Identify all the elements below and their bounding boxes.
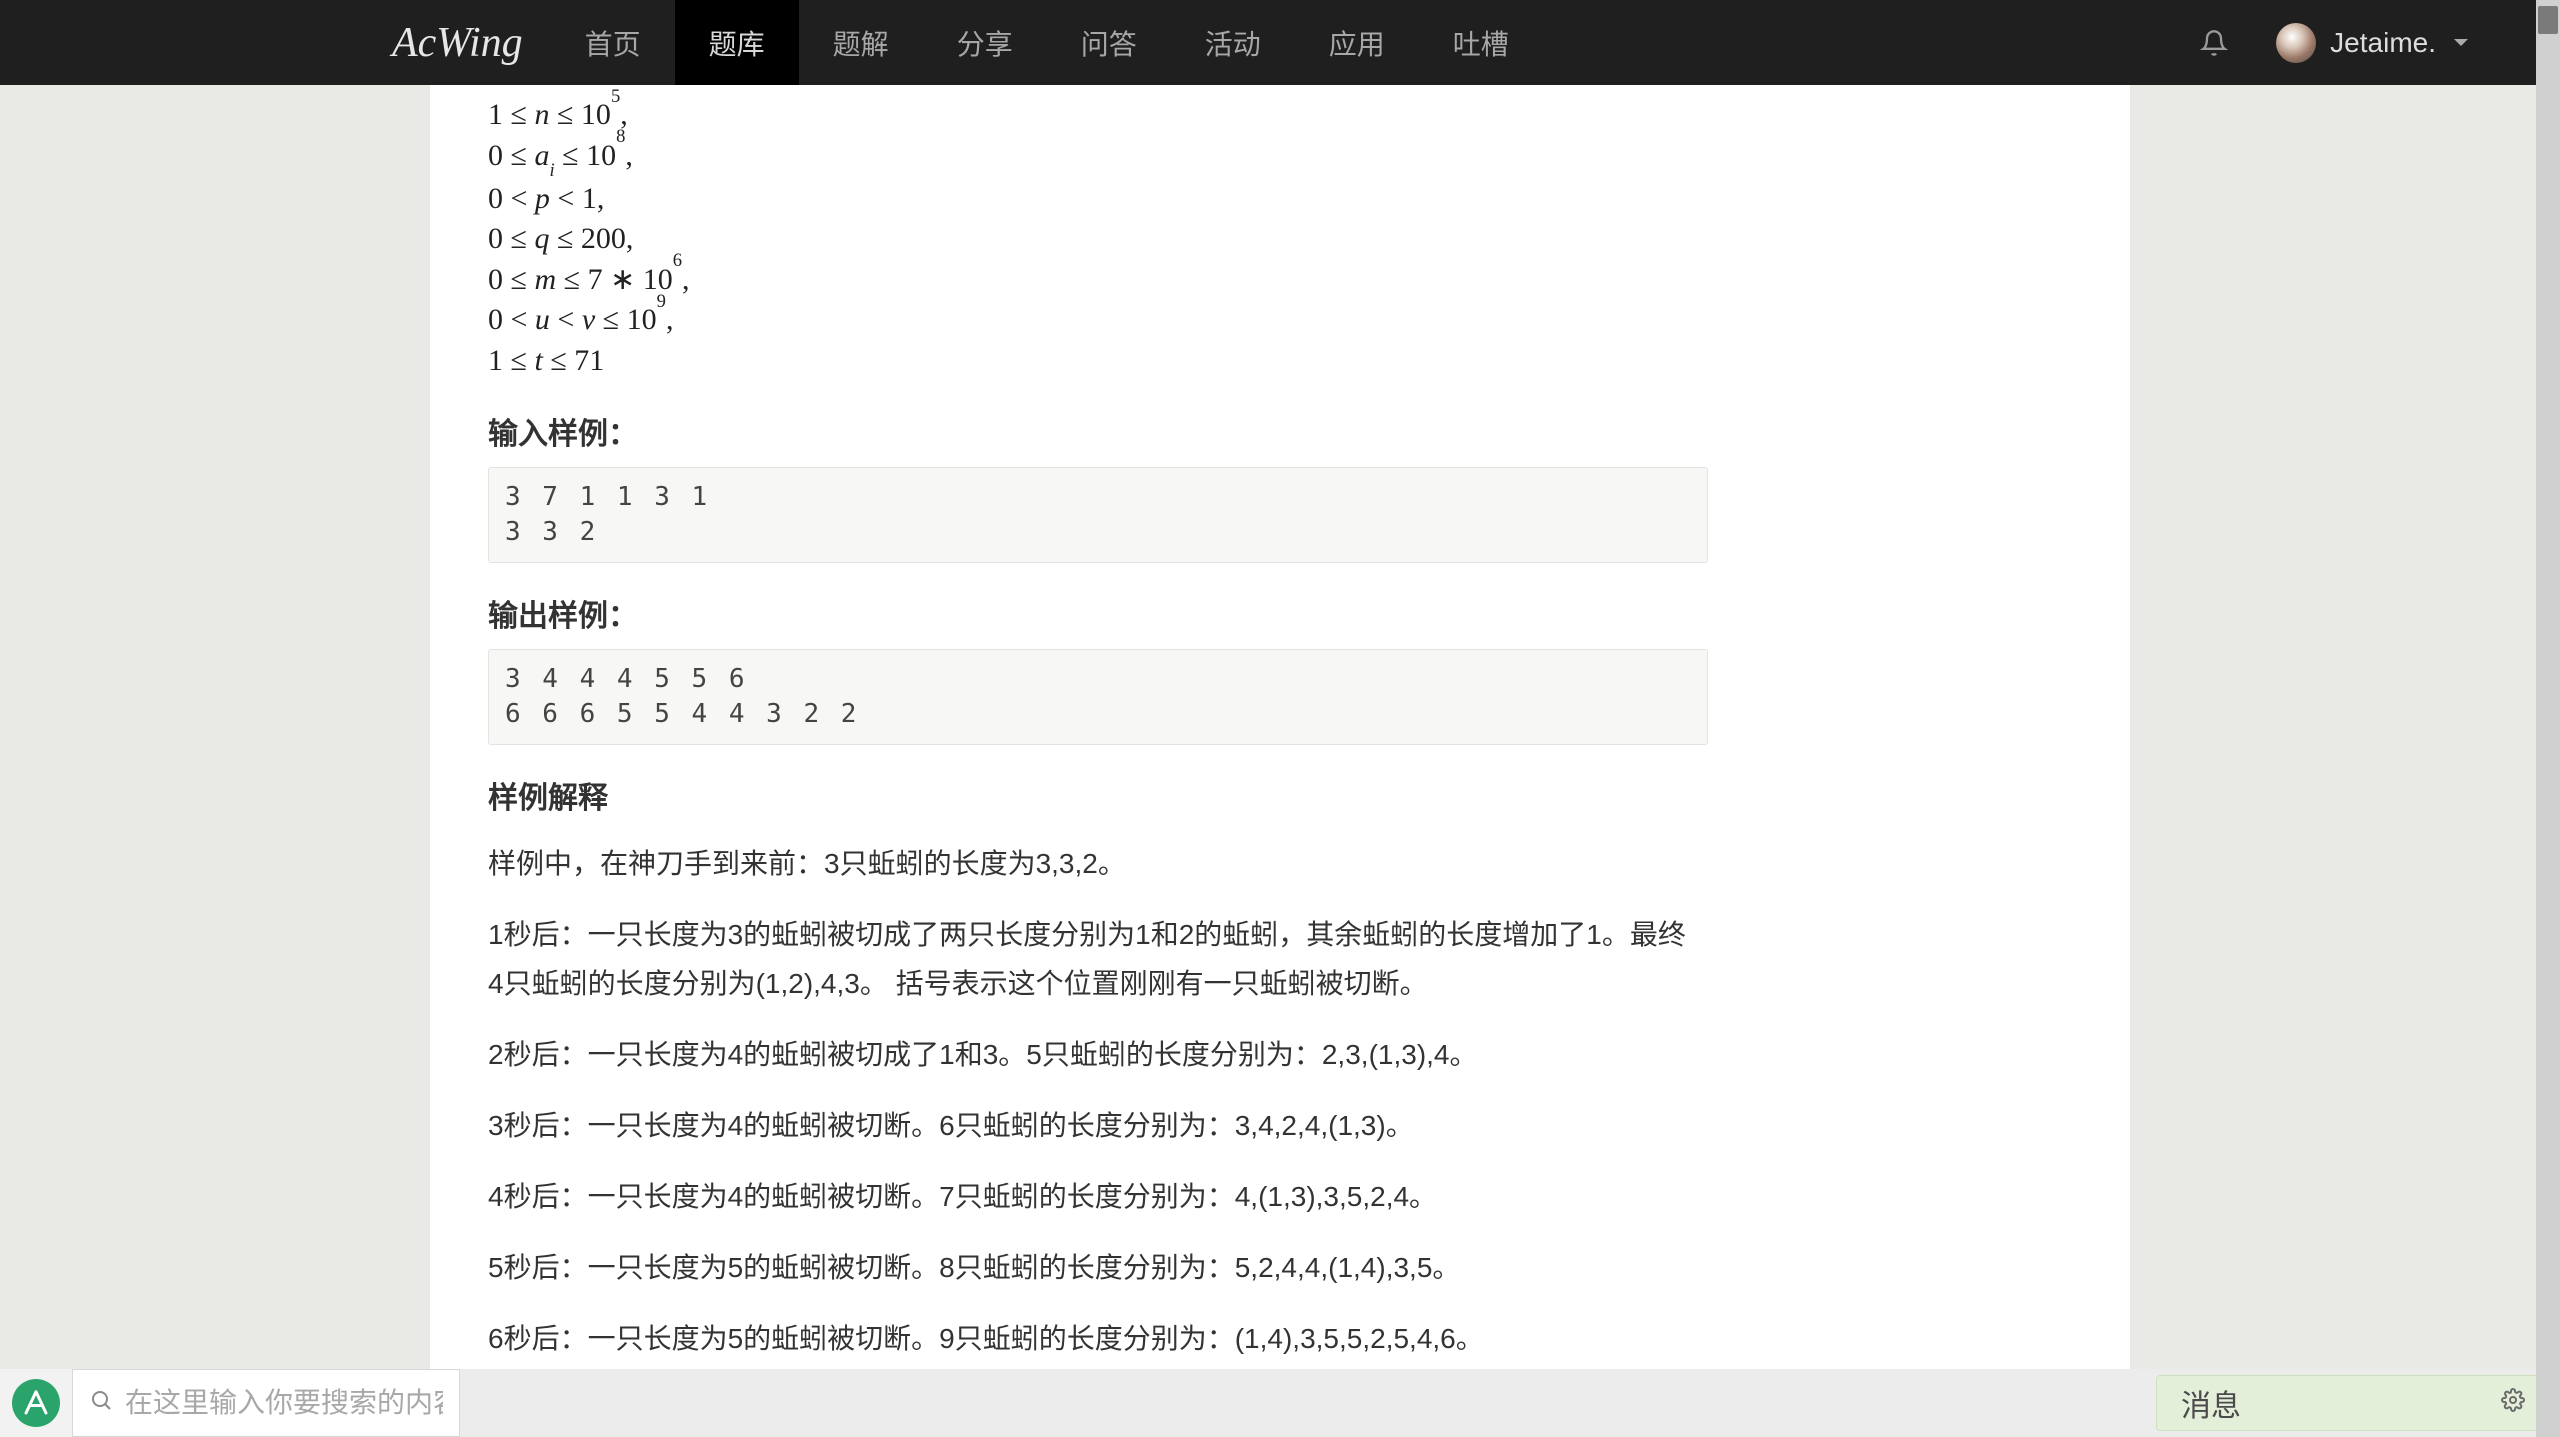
nav-item-6[interactable]: 应用 bbox=[1295, 0, 1419, 85]
explanation-block: 样例中，在神刀手到来前：3只蚯蚓的长度为3,3,2。 1秒后：一只长度为3的蚯蚓被… bbox=[488, 839, 2072, 1369]
user-menu[interactable]: Jetaime. bbox=[2256, 23, 2548, 63]
constraint-line: 0 ≤ ai ≤ 108, bbox=[488, 136, 2072, 179]
constraints-block: 1 ≤ n ≤ 105,0 ≤ ai ≤ 108,0 < p < 1,0 ≤ q… bbox=[488, 95, 2072, 381]
nav-item-7[interactable]: 吐槽 bbox=[1419, 0, 1543, 85]
search-input[interactable] bbox=[125, 1387, 443, 1419]
explanation-paragraph: 2秒后：一只长度为4的蚯蚓被切成了1和3。5只蚯蚓的长度分别为：2,3,(1,3… bbox=[488, 1030, 1688, 1079]
gear-icon[interactable] bbox=[2501, 1388, 2525, 1419]
explanation-paragraph: 6秒后：一只长度为5的蚯蚓被切断。9只蚯蚓的长度分别为：(1,4),3,5,5,… bbox=[488, 1314, 1688, 1363]
constraint-line: 0 < p < 1, bbox=[488, 179, 2072, 220]
input-sample-heading: 输入样例： bbox=[488, 409, 2072, 453]
messages-label: 消息 bbox=[2181, 1381, 2241, 1425]
output-sample: 3 4 4 4 5 5 6 6 6 6 5 5 4 4 3 2 2 bbox=[488, 649, 1708, 745]
username: Jetaime. bbox=[2330, 27, 2436, 59]
messages-pill[interactable]: 消息 bbox=[2156, 1375, 2550, 1431]
nav-item-2[interactable]: 题解 bbox=[799, 0, 923, 85]
explanation-paragraph: 4秒后：一只长度为4的蚯蚓被切断。7只蚯蚓的长度分别为：4,(1,3),3,5,… bbox=[488, 1172, 1688, 1221]
constraint-line: 0 ≤ q ≤ 200, bbox=[488, 219, 2072, 260]
nav-item-3[interactable]: 分享 bbox=[923, 0, 1047, 85]
explanation-paragraph: 1秒后：一只长度为3的蚯蚓被切成了两只长度分别为1和2的蚯蚓，其余蚯蚓的长度增加… bbox=[488, 910, 1688, 1008]
explanation-paragraph: 3秒后：一只长度为4的蚯蚓被切断。6只蚯蚓的长度分别为：3,4,2,4,(1,3… bbox=[488, 1101, 1688, 1150]
app-badge[interactable] bbox=[0, 1369, 72, 1437]
explanation-heading: 样例解释 bbox=[488, 773, 2072, 817]
explanation-paragraph: 5秒后：一只长度为5的蚯蚓被切断。8只蚯蚓的长度分别为：5,2,4,4,(1,4… bbox=[488, 1243, 1688, 1292]
scrollbar-thumb[interactable] bbox=[2538, 6, 2558, 34]
chevron-down-icon bbox=[2454, 39, 2468, 46]
constraint-line: 0 < u < v ≤ 109, bbox=[488, 300, 2072, 341]
bell-icon[interactable] bbox=[2172, 29, 2256, 57]
viewport: 1 ≤ n ≤ 105,0 ≤ ai ≤ 108,0 < p < 1,0 ≤ q… bbox=[0, 85, 2560, 1369]
nav-item-4[interactable]: 问答 bbox=[1047, 0, 1171, 85]
avatar bbox=[2276, 23, 2316, 63]
explanation-paragraph: 样例中，在神刀手到来前：3只蚯蚓的长度为3,3,2。 bbox=[488, 839, 1688, 888]
constraint-line: 1 ≤ n ≤ 105, bbox=[488, 95, 2072, 136]
search-icon bbox=[89, 1388, 113, 1419]
nav-items: 首页题库题解分享问答活动应用吐槽 bbox=[551, 0, 1543, 85]
output-sample-heading: 输出样例： bbox=[488, 591, 2072, 635]
brand-logo[interactable]: AcWing bbox=[12, 19, 551, 67]
bottom-bar: 消息 bbox=[0, 1369, 2560, 1437]
constraint-line: 0 ≤ m ≤ 7 ∗ 106, bbox=[488, 260, 2072, 301]
content-card: 1 ≤ n ≤ 105,0 ≤ ai ≤ 108,0 < p < 1,0 ≤ q… bbox=[430, 85, 2130, 1369]
input-sample: 3 7 1 1 3 1 3 3 2 bbox=[488, 467, 1708, 563]
nav-item-1[interactable]: 题库 bbox=[675, 0, 799, 85]
nav-item-5[interactable]: 活动 bbox=[1171, 0, 1295, 85]
navbar: AcWing 首页题库题解分享问答活动应用吐槽 Jetaime. bbox=[0, 0, 2560, 85]
constraint-line: 1 ≤ t ≤ 71 bbox=[488, 341, 2072, 382]
nav-item-0[interactable]: 首页 bbox=[551, 0, 675, 85]
vertical-scrollbar[interactable] bbox=[2536, 0, 2560, 1437]
search-box[interactable] bbox=[72, 1369, 460, 1437]
